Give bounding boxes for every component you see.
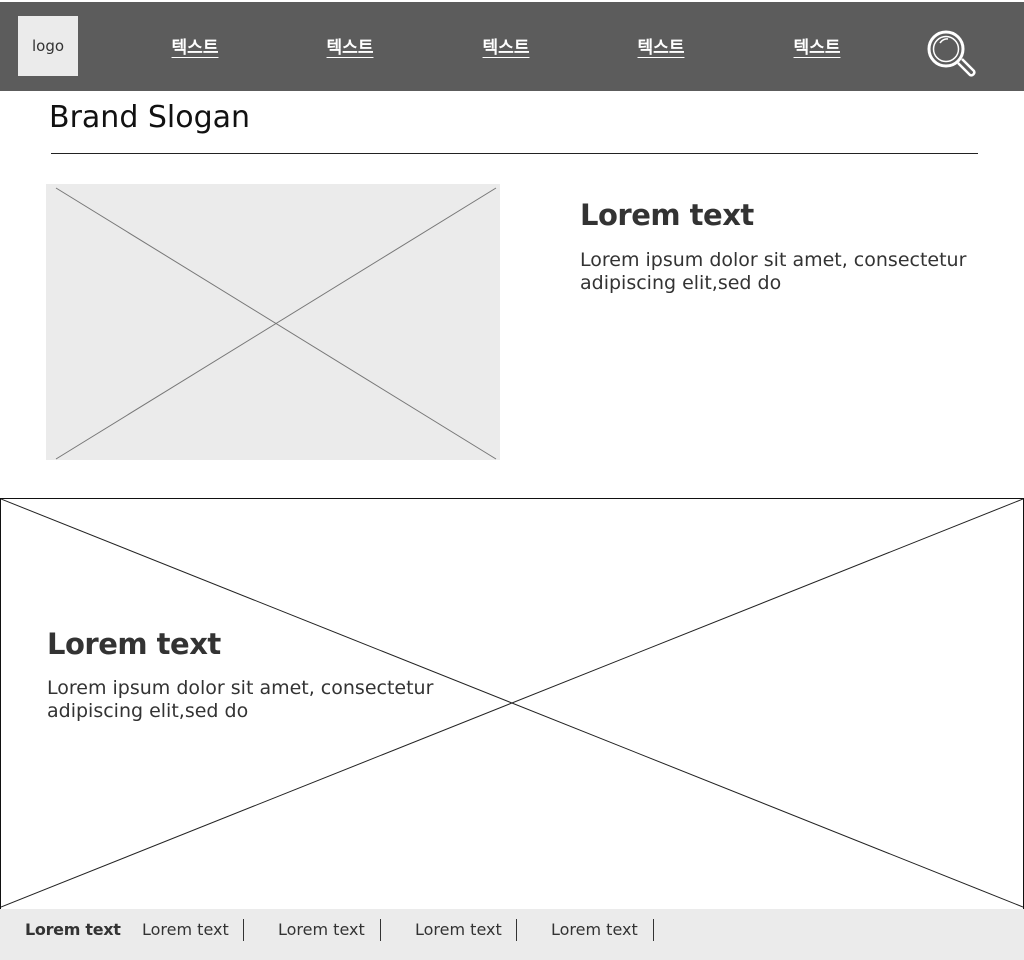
search-icon[interactable] (926, 29, 978, 81)
nav-item-2[interactable]: 텍스트 (327, 33, 374, 58)
footer-separator (380, 919, 381, 941)
feature-description: Lorem ipsum dolor sit amet, consectetur … (580, 249, 967, 294)
footer-link-1[interactable]: Lorem text (25, 920, 121, 939)
footer-link-4[interactable]: Lorem text (415, 920, 502, 939)
brand-slogan: Brand Slogan (49, 100, 251, 135)
feature-title: Lorem text (580, 198, 754, 232)
hero-title: Lorem text (47, 627, 221, 661)
nav-item-3[interactable]: 텍스트 (483, 33, 530, 58)
footer-separator (516, 919, 517, 941)
nav-item-5[interactable]: 텍스트 (794, 33, 841, 58)
footer-separator (653, 919, 654, 941)
footer-link-3[interactable]: Lorem text (278, 920, 365, 939)
site-footer: Lorem text Lorem text Lorem text Lorem t… (0, 909, 1024, 960)
hero-description: Lorem ipsum dolor sit amet, consectetur … (47, 677, 434, 722)
divider (51, 153, 978, 154)
nav-item-1[interactable]: 텍스트 (172, 33, 219, 58)
footer-link-5[interactable]: Lorem text (551, 920, 638, 939)
feature-image-placeholder (46, 184, 500, 460)
logo[interactable]: logo (18, 16, 78, 76)
footer-link-2[interactable]: Lorem text (142, 920, 229, 939)
nav-item-4[interactable]: 텍스트 (638, 33, 685, 58)
footer-separator (243, 919, 244, 941)
site-header: logo 텍스트 텍스트 텍스트 텍스트 텍스트 (0, 2, 1024, 91)
hero-image-placeholder: Lorem text Lorem ipsum dolor sit amet, c… (0, 498, 1024, 910)
